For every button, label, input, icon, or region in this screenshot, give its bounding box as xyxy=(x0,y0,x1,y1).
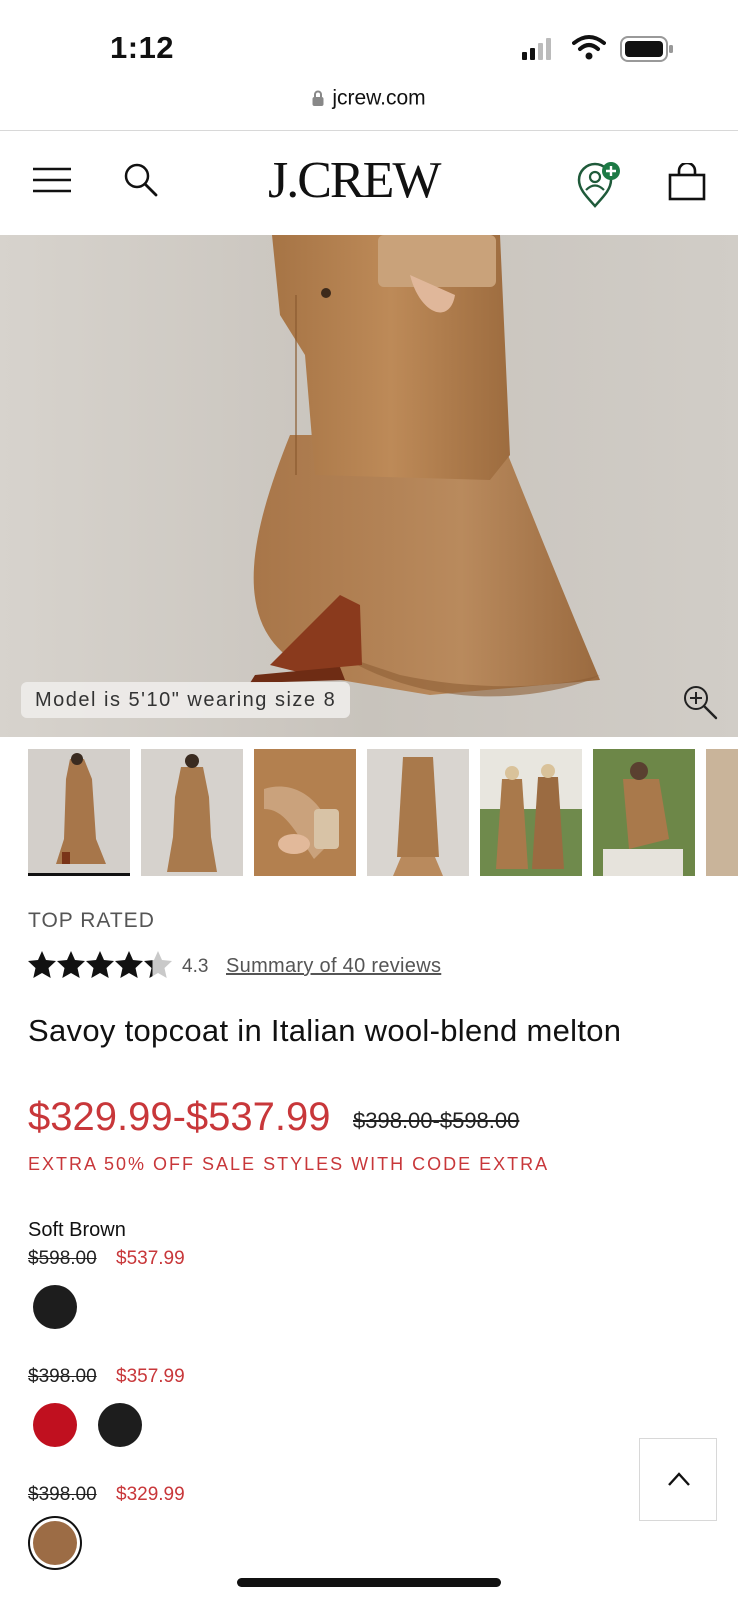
brand-logo[interactable]: J.CREW xyxy=(268,155,441,207)
model-photo xyxy=(0,235,738,737)
home-indicator[interactable] xyxy=(237,1578,501,1587)
thumbnail-5[interactable] xyxy=(480,749,582,876)
chevron-up-icon xyxy=(668,1472,690,1486)
rating-stars-icon xyxy=(28,951,172,978)
wifi-icon xyxy=(572,35,606,60)
reviews-summary-link[interactable]: Summary of 40 reviews xyxy=(226,955,441,978)
menu-icon[interactable] xyxy=(32,167,72,193)
shopping-bag-icon[interactable] xyxy=(668,163,706,201)
model-size-note: Model is 5'10" wearing size 8 xyxy=(21,682,351,718)
color-swatch-black[interactable] xyxy=(33,1285,77,1329)
original-price-range: $398.00-$598.00 xyxy=(353,1108,520,1133)
status-time: 1:12 xyxy=(110,30,175,65)
color-swatch-black[interactable] xyxy=(98,1403,142,1447)
thumbnail-strip[interactable] xyxy=(0,749,738,879)
search-icon[interactable] xyxy=(123,162,159,198)
thumbnail-4[interactable] xyxy=(367,749,469,876)
original-price: $598.00 xyxy=(28,1248,97,1269)
battery-icon xyxy=(620,36,673,62)
product-main-image[interactable] xyxy=(0,235,738,737)
sale-price-range: $329.99-$537.99 xyxy=(28,1095,331,1139)
thumbnail-7[interactable] xyxy=(706,749,738,876)
status-bar: 1:12 xyxy=(0,0,738,86)
back-to-top-button[interactable] xyxy=(639,1438,717,1521)
thumbnail-6[interactable] xyxy=(593,749,695,876)
cellular-signal-icon xyxy=(522,38,551,60)
lock-icon xyxy=(312,91,324,107)
color-swatch-red[interactable] xyxy=(33,1403,77,1447)
zoom-in-icon[interactable] xyxy=(682,684,718,720)
address-bar[interactable]: jcrew.com xyxy=(0,86,738,131)
rating-value: 4.3 xyxy=(182,956,209,977)
thumbnail-1[interactable] xyxy=(28,749,130,876)
top-rated-badge: TOP RATED xyxy=(28,909,155,932)
promo-message: EXTRA 50% OFF SALE STYLES WITH CODE EXTR… xyxy=(28,1154,550,1174)
color-swatch-soft-brown[interactable] xyxy=(33,1521,77,1565)
url-text: jcrew.com xyxy=(332,86,426,110)
selected-color-name: Soft Brown xyxy=(28,1219,126,1241)
original-price: $398.00 xyxy=(28,1366,97,1387)
original-price: $398.00 xyxy=(28,1484,97,1505)
thumbnail-2[interactable] xyxy=(141,749,243,876)
sale-price: $537.99 xyxy=(116,1248,185,1269)
thumbnail-3[interactable] xyxy=(254,749,356,876)
store-locator-icon[interactable] xyxy=(576,160,622,208)
sale-price: $357.99 xyxy=(116,1366,185,1387)
product-title: Savoy topcoat in Italian wool-blend melt… xyxy=(28,1013,622,1048)
sale-price: $329.99 xyxy=(116,1484,185,1505)
